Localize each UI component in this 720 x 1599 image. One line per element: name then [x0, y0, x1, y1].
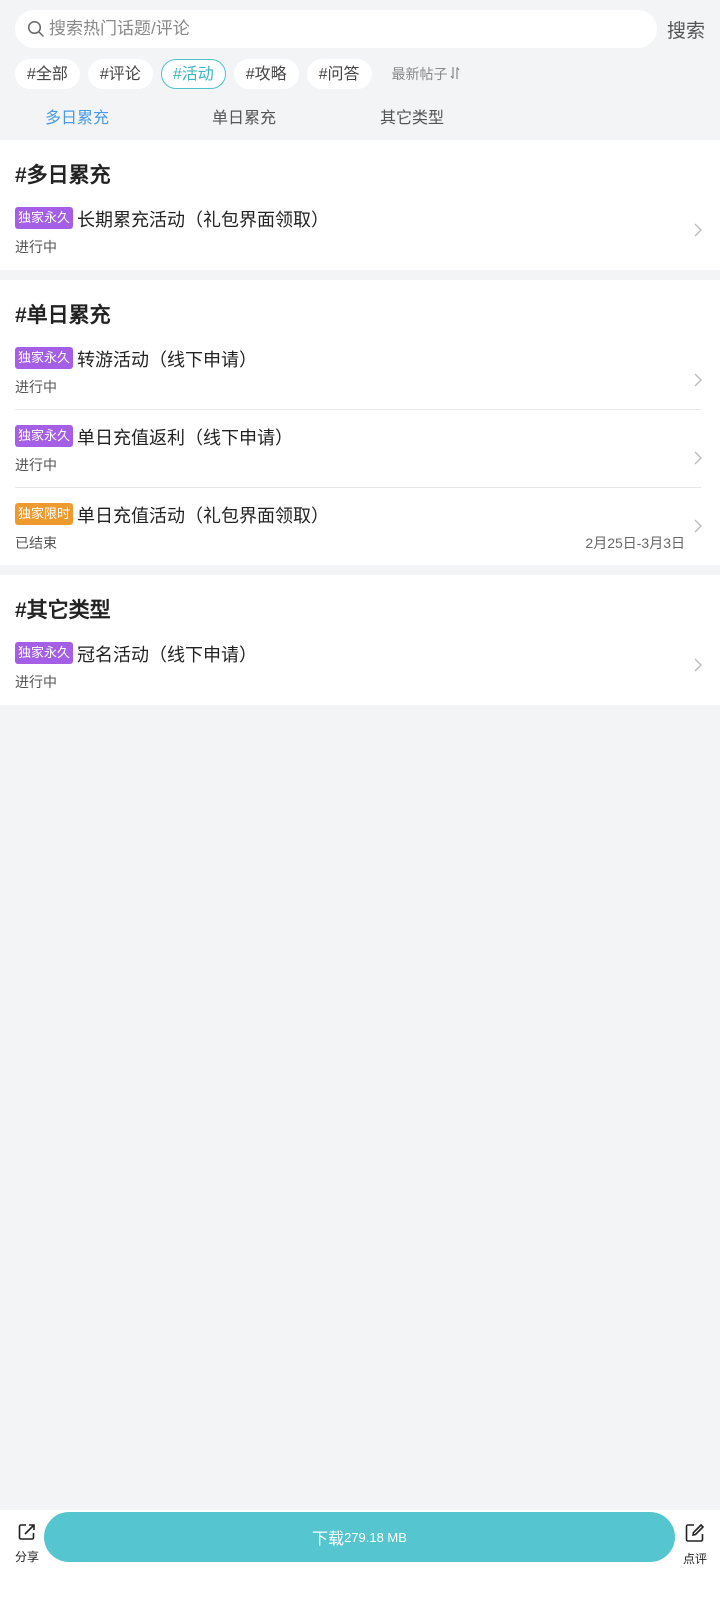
chip-all[interactable]: #全部: [15, 59, 80, 89]
activity-title: 单日充值返利（线下申请）: [77, 428, 293, 448]
badge-label: 独家永久: [15, 207, 74, 229]
section-title: #其它类型: [15, 599, 111, 622]
chip-reviews[interactable]: #评论: [87, 59, 153, 89]
search-button[interactable]: 搜索: [667, 16, 705, 43]
chip-qa[interactable]: #问答: [306, 59, 372, 89]
search-input[interactable]: [49, 19, 609, 39]
activity-title: 转游活动（线下申请）: [77, 350, 257, 370]
activity-item[interactable]: 独家永久 转游活动（线下申请） 进行中: [0, 347, 720, 425]
share-label: 分享: [14, 1550, 39, 1564]
search-icon: [27, 20, 45, 38]
search-bar[interactable]: [15, 10, 657, 48]
activity-item[interactable]: 独家限时 单日充值活动（礼包界面领取） 已结束 2月25日-3月3日: [0, 503, 720, 581]
sort-label: 最新帖子: [391, 66, 448, 82]
review-label: 点评: [682, 1552, 707, 1566]
badge-label: 独家永久: [15, 425, 74, 447]
activity-item[interactable]: 独家永久 冠名活动（线下申请） 进行中: [0, 642, 720, 720]
edit-icon: [684, 1522, 706, 1547]
download-size: 279.18 MB: [344, 1529, 407, 1545]
badge-label: 独家永久: [15, 347, 74, 369]
share-icon: [17, 1522, 37, 1545]
activity-item[interactable]: 独家永久 单日充值返利（线下申请） 进行中: [0, 425, 720, 503]
tab-other[interactable]: 其它类型: [380, 104, 444, 128]
activity-status: 进行中: [15, 239, 57, 255]
section-title: #单日累充: [15, 304, 111, 327]
chip-activities[interactable]: #活动: [160, 59, 226, 89]
activity-date-range: 2月25日-3月3日: [585, 535, 685, 551]
chevron-right-icon: [691, 371, 705, 389]
sort-icon: [448, 66, 460, 83]
activity-status: 进行中: [15, 379, 57, 395]
chevron-right-icon: [691, 656, 705, 674]
chevron-right-icon: [691, 449, 705, 467]
activity-title: 长期累充活动（礼包界面领取）: [77, 210, 329, 230]
divider: [15, 487, 701, 488]
download-label: 下载: [312, 1531, 345, 1548]
sort-toggle[interactable]: 最新帖子: [392, 64, 460, 84]
activity-status: 进行中: [15, 674, 57, 690]
badge-label: 独家限时: [15, 503, 74, 525]
download-button[interactable]: 下载 279.18 MB: [44, 1512, 675, 1562]
share-button[interactable]: 分享: [12, 1522, 42, 1565]
filter-chip-row: #全部 #评论 #活动 #攻略 #问答 最新帖子: [15, 58, 460, 90]
bottom-action-bar: 分享 下载 279.18 MB 点评: [0, 1510, 720, 1599]
section-multi-day: #多日累充 独家永久 长期累充活动（礼包界面领取） 进行中: [0, 140, 720, 270]
tab-multi-day[interactable]: 多日累充: [45, 104, 109, 128]
chevron-right-icon: [691, 517, 705, 535]
activity-item[interactable]: 独家永久 长期累充活动（礼包界面领取） 进行中: [0, 207, 720, 285]
chevron-right-icon: [691, 221, 705, 239]
activity-status: 进行中: [15, 457, 57, 473]
section-single-day: #单日累充 独家永久 转游活动（线下申请） 进行中 独家永久 单日充值返利（线下…: [0, 280, 720, 565]
category-tabs: 多日累充 单日累充 其它类型: [0, 104, 720, 134]
badge-label: 独家永久: [15, 642, 74, 664]
review-button[interactable]: 点评: [680, 1522, 710, 1567]
top-bar: 搜索 #全部 #评论 #活动 #攻略 #问答 最新帖子 多日累充 单日累充 其它…: [0, 0, 720, 140]
divider: [15, 409, 701, 410]
section-other: #其它类型 独家永久 冠名活动（线下申请） 进行中: [0, 575, 720, 705]
activity-status: 已结束: [15, 535, 57, 551]
section-title: #多日累充: [15, 164, 111, 187]
chip-guides[interactable]: #攻略: [233, 59, 299, 89]
activity-title: 单日充值活动（礼包界面领取）: [77, 506, 329, 526]
tab-single-day[interactable]: 单日累充: [212, 104, 276, 128]
activity-title: 冠名活动（线下申请）: [77, 645, 257, 665]
